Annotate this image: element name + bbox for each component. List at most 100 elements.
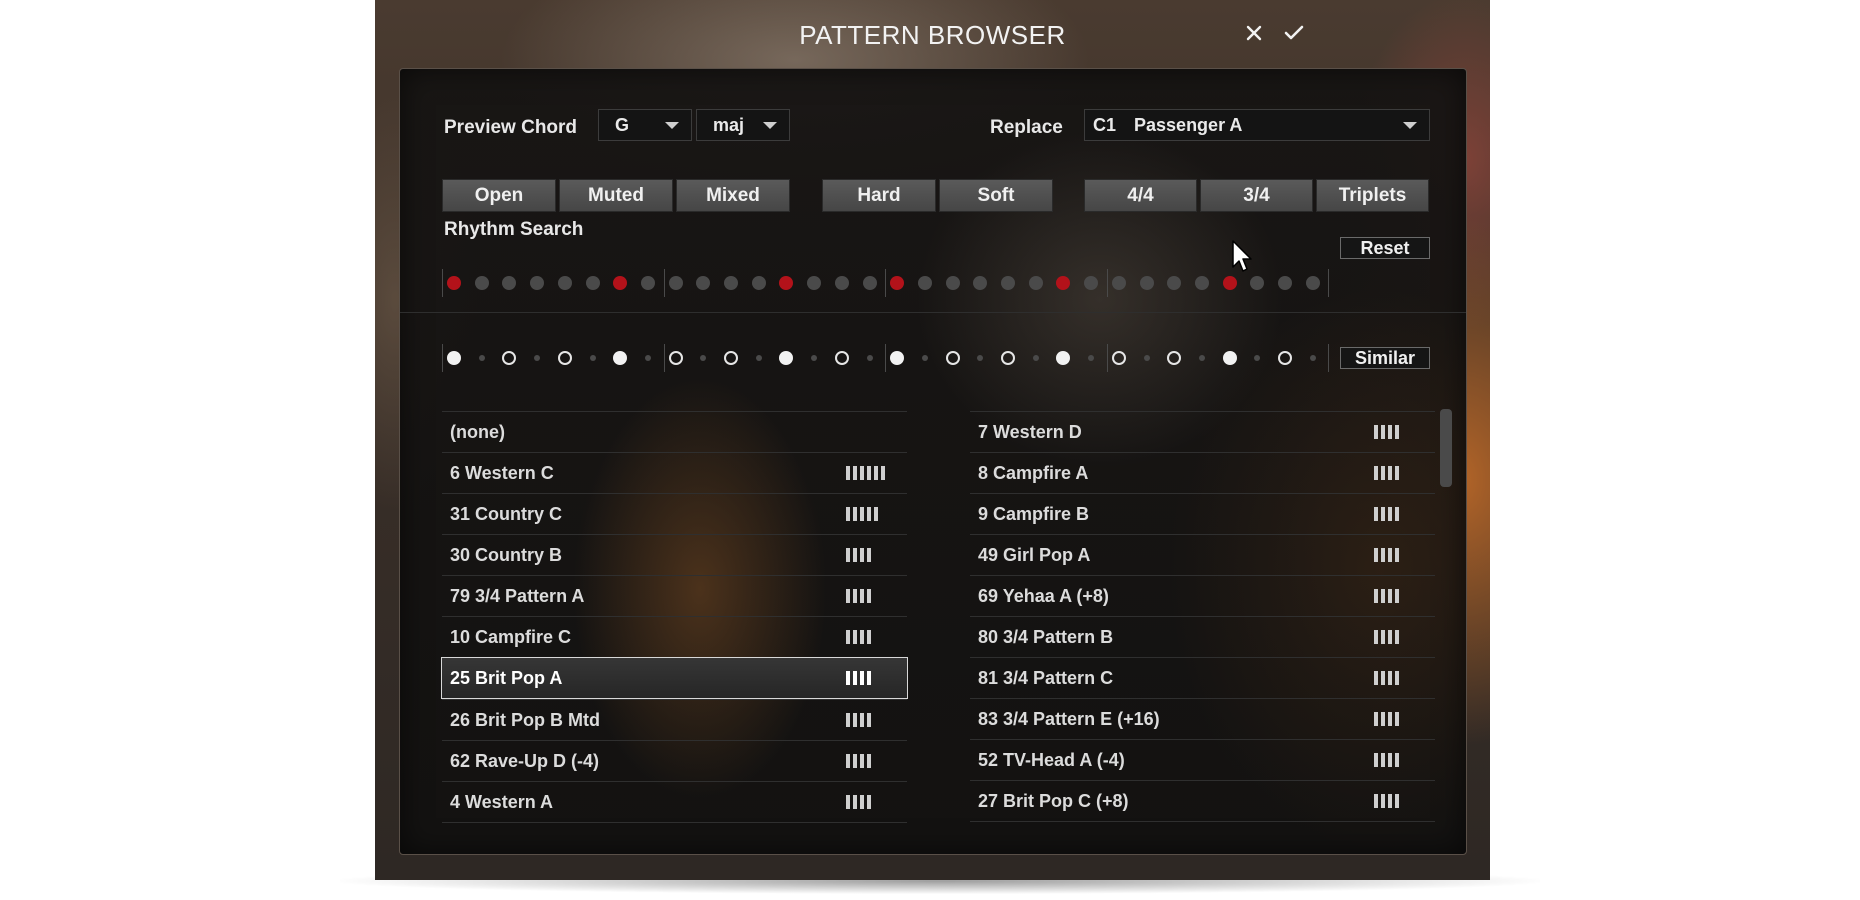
pattern-list-item[interactable]: 49 Girl Pop A <box>970 534 1435 575</box>
pattern-list-item[interactable]: 80 3/4 Pattern B <box>970 616 1435 657</box>
bar-mark <box>867 754 871 768</box>
beat-separator <box>442 269 443 297</box>
rhythm-step[interactable] <box>890 276 905 290</box>
replace-dropdown[interactable]: C1 Passenger A <box>1084 109 1430 141</box>
pattern-length-bars <box>1374 466 1399 480</box>
similar-step <box>478 355 485 361</box>
rhythm-step[interactable] <box>862 276 877 290</box>
bar-mark <box>867 466 871 480</box>
rhythm-step[interactable] <box>668 276 683 290</box>
bar-mark <box>860 466 864 480</box>
chord-type-value: maj <box>713 114 745 135</box>
rhythm-step[interactable] <box>751 276 766 290</box>
pattern-list-item[interactable]: 30 Country B <box>442 534 907 575</box>
rhythm-step[interactable] <box>724 276 738 290</box>
pattern-list-item[interactable]: 62 Rave-Up D (-4) <box>442 740 907 781</box>
chevron-down-icon <box>1403 122 1417 129</box>
pattern-length-bars <box>846 466 885 480</box>
similar-step <box>644 355 651 361</box>
bar-mark <box>1374 466 1378 480</box>
similar-button[interactable]: Similar <box>1340 347 1430 369</box>
bar-mark <box>853 754 857 768</box>
similar-step <box>834 351 849 365</box>
rhythm-step[interactable] <box>1278 276 1292 290</box>
pattern-list-item[interactable]: 10 Campfire C <box>442 616 907 657</box>
rhythm-step[interactable] <box>1111 276 1126 290</box>
rhythm-step[interactable] <box>1028 276 1043 290</box>
pattern-list-item[interactable]: (none) <box>442 411 907 452</box>
filter-button-style-2[interactable]: Mixed <box>676 179 790 212</box>
rhythm-step[interactable] <box>834 276 849 290</box>
close-button[interactable] <box>1239 18 1269 48</box>
rhythm-step[interactable] <box>696 276 711 290</box>
bar-mark <box>853 795 857 809</box>
pattern-list-item[interactable]: 31 Country C <box>442 493 907 534</box>
rhythm-step[interactable] <box>973 276 988 290</box>
rhythm-step[interactable] <box>807 276 822 290</box>
pattern-list-item[interactable]: 27 Brit Pop C (+8) <box>970 780 1435 822</box>
bar-mark <box>1395 712 1399 726</box>
rhythm-step[interactable] <box>613 276 628 290</box>
pattern-name: 81 3/4 Pattern C <box>978 667 1114 688</box>
pattern-list-item[interactable]: 52 TV-Head A (-4) <box>970 739 1435 780</box>
pattern-list-item[interactable]: 79 3/4 Pattern A <box>442 575 907 616</box>
rhythm-step[interactable] <box>502 276 517 290</box>
similar-step <box>502 351 517 365</box>
filter-button-style-1[interactable]: Muted <box>559 179 673 212</box>
replace-slot: C1 <box>1093 114 1117 135</box>
browser-panel: Preview Chord G maj Replace C1 Passenger… <box>399 68 1467 855</box>
chord-type-dropdown[interactable]: maj <box>696 109 790 141</box>
filter-button-meter-0[interactable]: 4/4 <box>1084 179 1197 212</box>
rhythm-step[interactable] <box>1194 276 1209 290</box>
rhythm-step[interactable] <box>1139 276 1154 290</box>
rhythm-step[interactable] <box>1084 276 1099 290</box>
pattern-list-item[interactable]: 26 Brit Pop B Mtd <box>442 699 907 740</box>
chord-root-dropdown[interactable]: G <box>598 109 692 141</box>
rhythm-step[interactable] <box>557 276 572 290</box>
pattern-length-bars <box>846 507 878 521</box>
rhythm-step[interactable] <box>1001 276 1015 290</box>
pattern-list-item[interactable]: 83 3/4 Pattern E (+16) <box>970 698 1435 739</box>
rhythm-step[interactable] <box>945 276 960 290</box>
rhythm-step[interactable] <box>585 276 600 290</box>
filter-button-meter-1[interactable]: 3/4 <box>1200 179 1313 212</box>
rhythm-step[interactable] <box>640 276 655 290</box>
rhythm-step[interactable] <box>1167 276 1182 290</box>
pattern-name: 8 Campfire A <box>978 462 1089 483</box>
bar-mark <box>1381 794 1385 808</box>
pattern-list-item[interactable]: 25 Brit Pop A <box>441 657 908 699</box>
rhythm-step[interactable] <box>1222 276 1237 290</box>
pattern-list-item[interactable]: 6 Western C <box>442 452 907 493</box>
pattern-list-item[interactable]: 81 3/4 Pattern C <box>970 657 1435 698</box>
bar-mark <box>1374 753 1378 767</box>
pattern-list-item[interactable]: 7 Western D <box>970 411 1435 452</box>
rhythm-step[interactable] <box>779 276 794 290</box>
filter-button-dynamics-1[interactable]: Soft <box>939 179 1053 212</box>
rhythm-step[interactable] <box>474 276 489 290</box>
chord-root-value: G <box>615 114 630 135</box>
rhythm-step[interactable] <box>530 276 545 290</box>
filter-button-style-0[interactable]: Open <box>442 179 556 212</box>
bar-mark <box>1395 753 1399 767</box>
replace-value: Passenger A <box>1134 114 1243 135</box>
rhythm-step[interactable] <box>1250 276 1265 290</box>
reset-button[interactable]: Reset <box>1340 237 1430 259</box>
pattern-list-item[interactable]: 4 Western A <box>442 781 907 823</box>
checkmark-icon <box>1284 25 1304 40</box>
pattern-list-item[interactable]: 8 Campfire A <box>970 452 1435 493</box>
filter-button-meter-2[interactable]: Triplets <box>1316 179 1429 212</box>
rhythm-step[interactable] <box>1056 276 1071 290</box>
similar-step <box>1088 355 1095 361</box>
beat-separator <box>442 344 443 372</box>
bar-mark <box>1388 753 1392 767</box>
confirm-button[interactable] <box>1279 18 1309 48</box>
bar-mark <box>846 713 850 727</box>
pattern-length-bars <box>1374 753 1399 767</box>
rhythm-step[interactable] <box>447 276 461 290</box>
list-scrollbar[interactable] <box>1440 409 1452 487</box>
rhythm-step[interactable] <box>917 276 932 290</box>
filter-button-dynamics-0[interactable]: Hard <box>822 179 936 212</box>
pattern-list-item[interactable]: 9 Campfire B <box>970 493 1435 534</box>
rhythm-step[interactable] <box>1305 276 1320 290</box>
pattern-list-item[interactable]: 69 Yehaa A (+8) <box>970 575 1435 616</box>
